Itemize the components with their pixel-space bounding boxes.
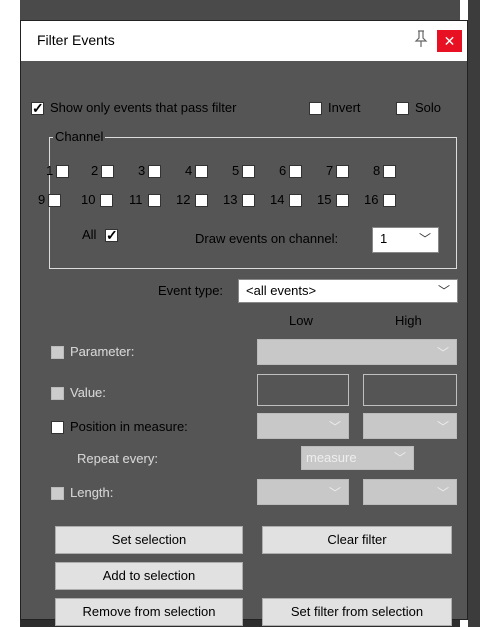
channel-13-checkbox[interactable] — [242, 194, 255, 207]
channel-16-label: 16 — [364, 192, 379, 207]
channel-13-label: 13 — [223, 192, 238, 207]
channel-5-checkbox[interactable] — [242, 165, 255, 178]
length-checkbox[interactable] — [51, 487, 64, 500]
all-channels-checkbox[interactable]: ✓ — [105, 227, 118, 243]
channel-8-checkbox[interactable] — [383, 165, 396, 178]
channel-5-label: 5 — [232, 163, 240, 178]
repeat-every-label: Repeat every: — [77, 451, 158, 466]
chevron-down-icon: ﹀ — [328, 420, 341, 434]
title-bar[interactable]: Filter Events ✕ — [21, 21, 467, 61]
chevron-down-icon: ﹀ — [436, 486, 449, 500]
channel-8-label: 8 — [373, 163, 381, 178]
show-only-checkbox[interactable]: ✓ — [31, 100, 44, 116]
channel-12-label: 12 — [176, 192, 191, 207]
event-type-label: Event type: — [158, 283, 224, 298]
repeat-every-value: measure — [306, 450, 357, 465]
channel-10-checkbox[interactable] — [100, 194, 113, 207]
background-track-area — [468, 0, 480, 627]
channel-9-label: 9 — [38, 192, 46, 207]
filter-events-dialog: Filter Events ✕ ✓ Show only events that … — [20, 20, 468, 626]
channel-3-label: 3 — [138, 163, 146, 178]
channel-15-label: 15 — [317, 192, 332, 207]
channel-11-label: 11 — [129, 192, 143, 207]
length-high-select[interactable]: ﹀ — [363, 479, 457, 505]
position-in-measure-checkbox[interactable] — [51, 421, 64, 434]
set-selection-button[interactable]: Set selection — [55, 526, 243, 554]
draw-events-label: Draw events on channel: — [195, 231, 339, 246]
chevron-down-icon: ﹀ — [328, 486, 341, 500]
channel-1-checkbox[interactable] — [56, 165, 69, 178]
chevron-down-icon: ﹀ — [436, 346, 449, 360]
channel-group-title: Channel — [53, 129, 106, 144]
set-filter-from-selection-button[interactable]: Set filter from selection — [262, 598, 452, 626]
dialog-title: Filter Events — [37, 32, 115, 48]
channel-7-label: 7 — [326, 163, 334, 178]
channel-1-label: 1 — [46, 163, 54, 178]
event-type-value: <all events> — [246, 283, 317, 298]
close-button[interactable]: ✕ — [437, 30, 462, 52]
solo-label: Solo — [415, 100, 442, 115]
remove-from-selection-button[interactable]: Remove from selection — [55, 598, 243, 626]
channel-4-checkbox[interactable] — [195, 165, 208, 178]
value-checkbox[interactable] — [51, 387, 64, 400]
clear-filter-button[interactable]: Clear filter — [262, 526, 452, 554]
solo-checkbox[interactable] — [396, 102, 409, 115]
channel-3-checkbox[interactable] — [148, 165, 161, 178]
chevron-down-icon: ﹀ — [437, 284, 450, 298]
checkmark-icon: ✓ — [32, 100, 44, 116]
channel-14-label: 14 — [270, 192, 285, 207]
background-toolbar — [20, 0, 460, 20]
channel-14-checkbox[interactable] — [289, 194, 302, 207]
close-icon: ✕ — [443, 33, 456, 49]
channel-2-checkbox[interactable] — [101, 165, 114, 178]
repeat-every-select[interactable]: measure ﹀ — [301, 446, 414, 470]
channel-12-checkbox[interactable] — [195, 194, 208, 207]
parameter-select[interactable]: ﹀ — [257, 339, 457, 365]
value-high-input[interactable] — [363, 374, 457, 406]
position-low-select[interactable]: ﹀ — [257, 413, 349, 439]
draw-channel-value: 1 — [380, 231, 388, 246]
value-label: Value: — [70, 385, 106, 400]
channel-10-label: 10 — [81, 192, 96, 207]
channel-6-checkbox[interactable] — [289, 165, 302, 178]
low-column-header: Low — [289, 313, 313, 328]
length-low-select[interactable]: ﹀ — [257, 479, 349, 505]
length-label: Length: — [70, 485, 114, 500]
channel-16-checkbox[interactable] — [383, 194, 396, 207]
parameter-label: Parameter: — [70, 344, 135, 359]
value-low-input[interactable] — [257, 374, 349, 406]
position-high-select[interactable]: ﹀ — [363, 413, 457, 439]
channel-7-checkbox[interactable] — [336, 165, 349, 178]
chevron-down-icon: ﹀ — [418, 232, 431, 246]
draw-channel-select[interactable]: 1 ﹀ — [372, 227, 439, 253]
position-in-measure-label: Position in measure: — [70, 419, 188, 434]
high-column-header: High — [395, 313, 422, 328]
channel-15-checkbox[interactable] — [336, 194, 349, 207]
pin-icon[interactable] — [413, 30, 429, 48]
channel-6-label: 6 — [279, 163, 287, 178]
channel-11-checkbox[interactable] — [148, 194, 161, 207]
channel-2-label: 2 — [91, 163, 99, 178]
parameter-checkbox[interactable] — [51, 346, 64, 359]
invert-checkbox[interactable] — [309, 102, 322, 115]
dialog-client-area: ✓ Show only events that pass filter Inve… — [21, 61, 467, 626]
checkmark-icon: ✓ — [106, 227, 118, 243]
invert-label: Invert — [328, 100, 361, 115]
channel-4-label: 4 — [185, 163, 193, 178]
channel-9-checkbox[interactable] — [48, 194, 61, 207]
event-type-select[interactable]: <all events> ﹀ — [238, 279, 458, 303]
chevron-down-icon: ﹀ — [393, 451, 406, 465]
all-label: All — [82, 227, 97, 242]
show-only-label: Show only events that pass filter — [50, 100, 237, 115]
add-to-selection-button[interactable]: Add to selection — [55, 562, 243, 590]
chevron-down-icon: ﹀ — [436, 420, 449, 434]
